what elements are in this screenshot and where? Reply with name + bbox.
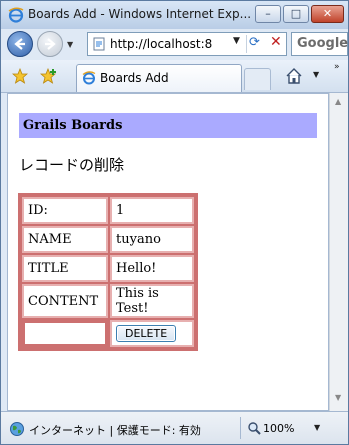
back-button[interactable]: [7, 31, 33, 57]
home-dropdown-icon[interactable]: ▼: [313, 70, 319, 79]
refresh-icon[interactable]: ⟳: [249, 35, 260, 50]
security-zone-text: インターネット | 保護モード: 有効: [29, 424, 201, 437]
navigation-bar: ▼ http://localhost:8 ▼ ⟳ ✕ Google: [1, 29, 348, 60]
zoom-icon[interactable]: [247, 421, 261, 435]
history-dropdown-icon[interactable]: ▼: [67, 40, 73, 49]
zoom-dropdown-icon[interactable]: ▼: [314, 423, 320, 432]
more-tools-icon[interactable]: »: [334, 62, 340, 72]
home-icon[interactable]: [285, 67, 303, 85]
tab-bar: Boards Add ▼ »: [1, 60, 348, 93]
zoom-level[interactable]: 100%: [263, 422, 294, 435]
tab-boards-add[interactable]: Boards Add: [76, 64, 242, 92]
site-header: Grails Boards: [19, 113, 317, 138]
page-icon: [93, 37, 105, 51]
site-title: Grails Boards: [23, 118, 123, 133]
field-value: This is Test!: [110, 284, 194, 318]
maximize-button[interactable]: □: [283, 5, 309, 23]
search-box[interactable]: Google: [291, 32, 348, 56]
field-label: ID:: [22, 197, 108, 224]
field-value: tuyano: [110, 226, 194, 253]
arrow-right-icon: [45, 38, 56, 50]
window-title: Boards Add - Windows Internet Exp...: [28, 7, 252, 21]
globe-icon: [10, 422, 24, 436]
minimize-button[interactable]: –: [255, 5, 281, 23]
scroll-up-icon[interactable]: ▲: [335, 97, 341, 106]
scroll-down-icon[interactable]: ▼: [335, 393, 341, 402]
add-favorites-icon[interactable]: [40, 68, 58, 84]
address-dropdown-icon[interactable]: ▼: [233, 36, 240, 46]
table-row: DELETE: [22, 320, 194, 347]
ie-logo-icon: [8, 7, 24, 23]
close-button[interactable]: ✕: [311, 5, 344, 23]
browser-window: Boards Add - Windows Internet Exp... – □…: [0, 0, 349, 445]
stop-icon[interactable]: ✕: [270, 34, 282, 50]
address-bar[interactable]: http://localhost:8 ▼ ⟳ ✕: [87, 32, 287, 56]
table-row: ID: 1: [22, 197, 194, 224]
vertical-scrollbar[interactable]: ▲ ▼: [329, 93, 348, 411]
search-placeholder: Google: [297, 36, 349, 51]
ie-page-icon: [82, 71, 96, 85]
field-label: NAME: [22, 226, 108, 253]
favorites-star-icon[interactable]: [12, 68, 28, 84]
field-label: CONTENT: [22, 284, 108, 318]
record-table: ID: 1 NAME tuyano TITLE Hello! CONTENT T…: [18, 193, 198, 351]
arrow-left-icon: [14, 38, 25, 50]
page-heading: レコードの削除: [19, 156, 125, 174]
divider: [246, 35, 247, 53]
divider: [240, 417, 241, 439]
button-cell: DELETE: [110, 320, 194, 347]
tab-label: Boards Add: [100, 71, 169, 85]
title-bar: Boards Add - Windows Internet Exp... – □…: [1, 1, 348, 29]
table-row: TITLE Hello!: [22, 255, 194, 282]
field-label: TITLE: [22, 255, 108, 282]
url-text[interactable]: http://localhost:8: [110, 37, 228, 51]
forward-button[interactable]: [37, 31, 63, 57]
page-content: Grails Boards レコードの削除 ID: 1 NAME tuyano …: [7, 93, 329, 411]
empty-cell: [22, 320, 108, 347]
delete-button[interactable]: DELETE: [116, 325, 177, 342]
field-value: Hello!: [110, 255, 194, 282]
new-tab-button[interactable]: [244, 68, 271, 90]
table-row: NAME tuyano: [22, 226, 194, 253]
status-bar: インターネット | 保護モード: 有効 100% ▼: [1, 411, 348, 444]
field-value: 1: [110, 197, 194, 224]
table-row: CONTENT This is Test!: [22, 284, 194, 318]
